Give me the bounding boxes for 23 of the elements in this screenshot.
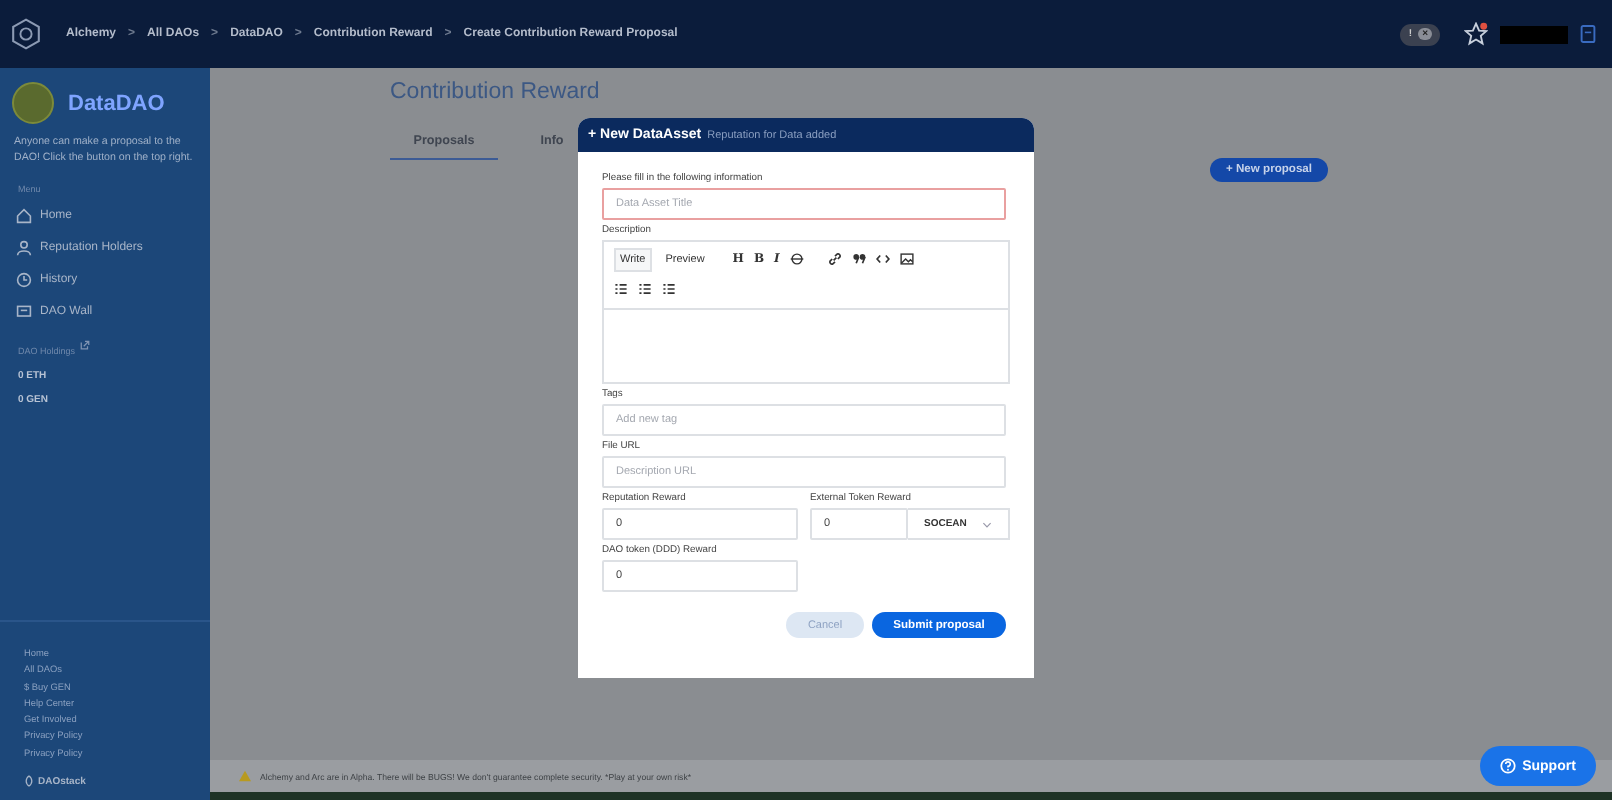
list-icon[interactable] — [638, 282, 652, 296]
logo-icon[interactable] — [10, 18, 42, 50]
home-icon — [16, 208, 32, 225]
warning-icon — [238, 770, 252, 782]
account-icon[interactable] — [1580, 24, 1596, 44]
external-link-icon[interactable] — [79, 340, 90, 351]
link-icon[interactable] — [827, 252, 842, 266]
list-icon[interactable] — [614, 282, 628, 296]
chat-icon — [16, 304, 32, 321]
help-icon — [1500, 758, 1517, 774]
star-icon[interactable] — [1464, 22, 1488, 46]
image-icon[interactable] — [899, 252, 914, 266]
chevron-down-icon — [982, 521, 992, 527]
page-title: Contribution Reward — [390, 80, 602, 104]
list-icon[interactable] — [662, 282, 676, 296]
person-icon — [16, 240, 32, 257]
dao-name: DataDAO — [68, 91, 165, 115]
dao-avatar — [12, 82, 54, 124]
strikethrough-icon[interactable] — [789, 252, 804, 266]
redaction-bar — [1500, 25, 1568, 43]
quote-icon[interactable] — [851, 252, 866, 266]
code-icon[interactable] — [875, 252, 890, 266]
history-icon — [16, 272, 32, 289]
